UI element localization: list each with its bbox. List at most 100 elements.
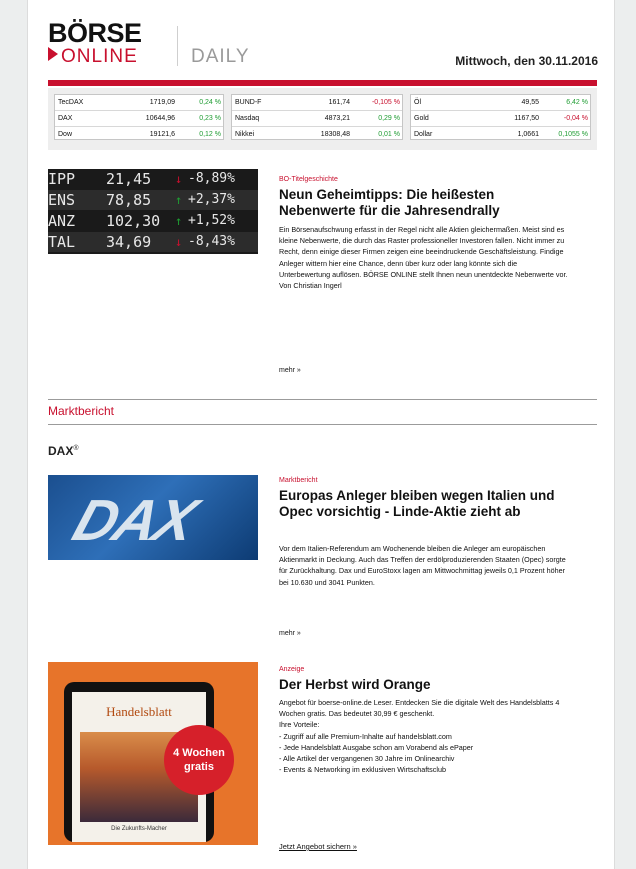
ad-teaser-line: Angebot für boerse-online.de Leser. Entd…: [279, 698, 560, 719]
article-teaser: Ein Börsenaufschwung erfasst in der Rege…: [279, 225, 568, 291]
masthead: BÖRSE ONLINE DAILY Mittwoch, den 30.11.2…: [48, 20, 598, 80]
board-symbol: IPP: [48, 170, 76, 188]
ticker-change: 0,1055 %: [558, 131, 588, 138]
ticker-name: DAX: [58, 115, 73, 122]
ticker-change: 0,29 %: [378, 115, 400, 122]
article-teaser: Vor dem Italien-Referendum am Wochenende…: [279, 544, 566, 587]
board-price: 34,69: [106, 233, 152, 251]
ticker-row[interactable]: DAX 10644,96 0,23 %: [55, 111, 223, 127]
arrow-up-icon: ↑: [175, 193, 183, 207]
ticker-value: 4873,21: [324, 115, 350, 122]
ticker-value: 1719,09: [149, 99, 175, 106]
board-percent: +1,52%: [188, 213, 235, 228]
registered-mark: ®: [73, 445, 79, 452]
article-headline[interactable]: Europas Anleger bleiben wegen Italien un…: [279, 488, 569, 520]
board-percent: -8,43%: [188, 234, 235, 249]
board-row: ENS 78,85 ↑ +2,37%: [48, 190, 258, 210]
ticker-name: BUND-F: [235, 99, 262, 106]
arrow-down-icon: ↓: [175, 172, 183, 186]
ticker-value: 161,74: [328, 99, 350, 106]
ad-teaser: Angebot für boerse-online.de Leser. Entd…: [279, 697, 571, 775]
ad-image[interactable]: Handelsblatt Die Zukunfts-Macher 4 Woche…: [48, 662, 258, 845]
ticker-row[interactable]: TecDAX 1719,09 0,24 %: [55, 95, 223, 111]
ad-teaser-line: - Alle Artikel der vergangenen 30 Jahre …: [279, 754, 455, 764]
ticker-row[interactable]: Dollar 1,0661 0,1055 %: [411, 127, 590, 142]
header-red-bar: [48, 80, 597, 86]
arrow-up-icon: ↑: [175, 214, 183, 228]
board-row: IPP 21,45 ↓ -8,89%: [48, 169, 258, 189]
section-rule-top: [48, 399, 597, 400]
ticker-value: 49,55: [521, 99, 539, 106]
board-price: 78,85: [106, 191, 152, 209]
ticker-name: Nasdaq: [235, 115, 260, 122]
article-kicker[interactable]: BO-Titelgeschichte: [279, 176, 338, 183]
dax-image[interactable]: DAX: [48, 475, 258, 560]
ticker-change: -0,105 %: [371, 99, 400, 106]
board-percent: -8,89%: [188, 171, 235, 186]
board-price: 102,30: [106, 212, 161, 230]
badge-line-2: gratis: [184, 761, 214, 773]
ticker-row[interactable]: BUND-F 161,74 -0,105 %: [232, 95, 402, 111]
ticker-change: 6,42 %: [566, 99, 588, 106]
issue-date: Mittwoch, den 30.11.2016: [455, 54, 598, 68]
ticker-name: Öl: [414, 99, 421, 106]
section-title: Marktbericht: [48, 404, 115, 418]
market-ticker: TecDAX 1719,09 0,24 % DAX 10644,96 0,23 % Do…: [48, 88, 597, 150]
ticker-change: 0,24 %: [199, 99, 221, 106]
ticker-column-1: TecDAX 1719,09 0,24 % DAX 10644,96 0,23 % Do…: [54, 94, 224, 140]
ticker-column-3: Öl 49,55 6,42 % Gold 1167,50 -0,04 % Dollar 1…: [410, 94, 591, 140]
play-triangle-icon: [48, 47, 58, 61]
section-subtitle: DAX®: [48, 444, 79, 458]
dax-logo-text: DAX: [65, 488, 204, 553]
ticker-change: 0,12 %: [199, 131, 221, 138]
ticker-row[interactable]: Nasdaq 4873,21 0,29 %: [232, 111, 402, 127]
newsletter-page: BÖRSE ONLINE DAILY Mittwoch, den 30.11.2…: [27, 0, 615, 869]
board-symbol: TAL: [48, 233, 76, 251]
section-subtitle-text: DAX: [48, 444, 74, 458]
logo-daily: DAILY: [191, 46, 250, 67]
board-row: TAL 34,69 ↓ -8,43%: [48, 232, 258, 252]
board-symbol: ENS: [48, 191, 76, 209]
article-headline[interactable]: Neun Geheimtipps: Die heißesten Nebenwer…: [279, 187, 569, 219]
read-more-link[interactable]: mehr »: [279, 367, 301, 374]
ticker-value: 1,0661: [517, 131, 539, 138]
ad-teaser-line: Ihre Vorteile:: [279, 720, 320, 730]
logo-online-text: ONLINE: [61, 46, 138, 67]
ad-headline[interactable]: Der Herbst wird Orange: [279, 677, 569, 693]
tablet-title: Handelsblatt: [106, 704, 172, 719]
ticker-value: 1167,50: [514, 115, 539, 122]
ad-kicker: Anzeige: [279, 666, 305, 673]
ticker-value: 10644,96: [145, 115, 175, 122]
board-row: ANZ 102,30 ↑ +1,52%: [48, 211, 258, 231]
logo-online[interactable]: ONLINE: [48, 47, 138, 67]
ticker-name: Dollar: [414, 131, 433, 138]
ticker-row[interactable]: Gold 1167,50 -0,04 %: [411, 111, 590, 127]
ad-teaser-line: - Jede Handelsblatt Ausgabe schon am Vor…: [279, 742, 474, 752]
ticker-change: 0,01 %: [378, 131, 400, 138]
ticker-column-2: BUND-F 161,74 -0,105 % Nasdaq 4873,21 0,29 %…: [231, 94, 403, 140]
ad-teaser-line: - Events & Networking im exklusiven Wirt…: [279, 765, 446, 775]
ad-teaser-line: - Zugriff auf alle Premium-Inhalte auf h…: [279, 731, 452, 741]
section-rule-bottom: [48, 424, 597, 425]
badge-line-1: 4 Wochen: [173, 747, 225, 759]
ticker-value: 18308,48: [320, 131, 350, 138]
ticker-name: TecDAX: [58, 99, 84, 106]
article-kicker[interactable]: Marktbericht: [279, 477, 318, 484]
logo-boerse[interactable]: BÖRSE: [48, 20, 142, 47]
ad-cta-link[interactable]: Jetzt Angebot sichern »: [279, 842, 357, 851]
ticker-row[interactable]: Dow 19121,6 0,12 %: [55, 127, 223, 142]
tablet-subtitle: Die Zukunfts-Macher: [111, 826, 167, 832]
board-price: 21,45: [106, 170, 152, 188]
board-symbol: ANZ: [48, 212, 76, 230]
ticker-row[interactable]: Nikkei 18308,48 0,01 %: [232, 127, 402, 142]
read-more-link[interactable]: mehr »: [279, 630, 301, 637]
ticker-name: Nikkei: [235, 131, 255, 138]
board-percent: +2,37%: [188, 192, 235, 207]
ticker-name: Gold: [414, 115, 429, 122]
ticker-value: 19121,6: [149, 131, 175, 138]
ticker-row[interactable]: Öl 49,55 6,42 %: [411, 95, 590, 111]
stock-board-image[interactable]: IPP 21,45 ↓ -8,89% ENS 78,85 ↑ +2,37% ANZ 102,3…: [48, 169, 258, 254]
ticker-change: 0,23 %: [199, 115, 221, 122]
arrow-down-icon: ↓: [175, 235, 183, 249]
ticker-name: Dow: [58, 131, 73, 138]
